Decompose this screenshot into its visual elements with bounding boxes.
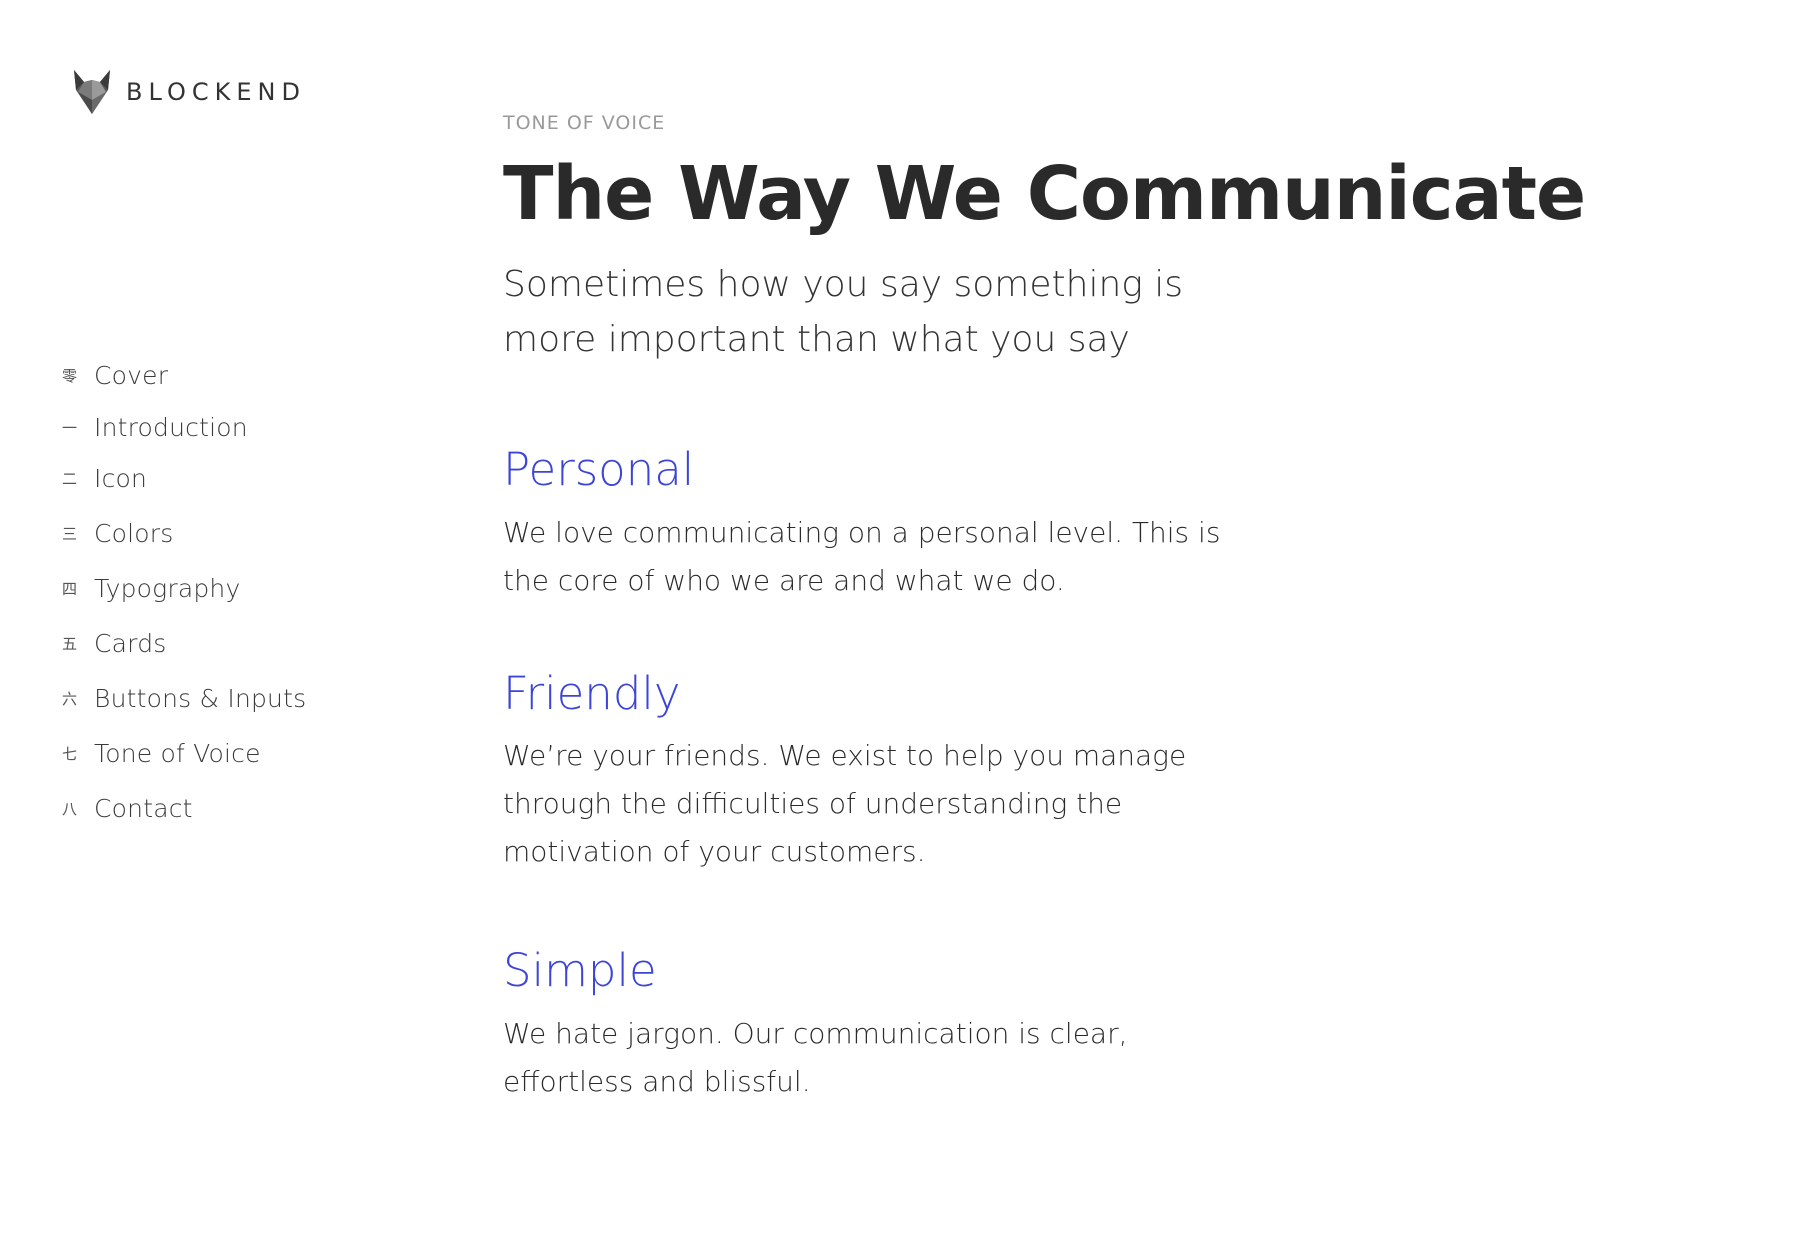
section-body: We’re your friends. We exist to help you… [503,739,1187,869]
nav-label: Introduction [94,412,248,442]
nav-numeral: 八 [62,799,78,818]
nav-numeral: 三 [62,524,78,543]
section-heading: Friendly [503,666,681,720]
nav-label: Colors [94,518,174,548]
fox-head-icon [74,70,110,114]
nav-label: Cover [94,360,169,390]
section-heading: Simple [503,944,657,998]
sidebar-item-cover[interactable]: 零 Cover [62,360,422,390]
section-body: We hate jargon. Our communication is cle… [503,1016,1128,1098]
sidebar-nav: 零 Cover 一 Introduction 二 Icon 三 Colors 四… [62,360,422,848]
section-friendly: Friendly We’re your friends. We exist to… [503,669,1703,877]
nav-numeral: 一 [62,418,78,437]
nav-numeral: 二 [62,469,78,488]
brand-name: BLOCKEND [126,78,306,106]
section-eyebrow: TONE OF VOICE [503,112,666,134]
nav-numeral: 六 [62,689,78,708]
nav-numeral: 四 [62,579,78,598]
nav-numeral: 五 [62,634,78,653]
nav-label: Buttons & Inputs [94,683,307,713]
nav-numeral: 七 [62,744,78,763]
section-heading: Personal [503,443,695,497]
sidebar-item-icon[interactable]: 二 Icon [62,463,422,493]
nav-numeral: 零 [62,366,78,385]
sidebar-item-typography[interactable]: 四 Typography [62,573,422,603]
nav-label: Tone of Voice [94,738,261,768]
section-personal: Personal We love communicating on a pers… [503,445,1703,605]
sidebar-item-cards[interactable]: 五 Cards [62,628,422,658]
nav-label: Contact [94,793,193,823]
brand-logo[interactable]: BLOCKEND [72,70,306,114]
page-subtitle: Sometimes how you say something is more … [503,264,1184,361]
nav-label: Cards [94,628,167,658]
nav-label: Icon [94,463,148,493]
sidebar-item-introduction[interactable]: 一 Introduction [62,412,422,442]
section-simple: Simple We hate jargon. Our communication… [503,946,1703,1106]
main-content: TONE OF VOICE The Way We Communicate Som… [503,112,1703,1170]
sidebar-item-contact[interactable]: 八 Contact [62,793,422,823]
sidebar-item-colors[interactable]: 三 Colors [62,518,422,548]
page-title: The Way We Communicate [503,151,1586,237]
sidebar-item-buttons-inputs[interactable]: 六 Buttons & Inputs [62,683,422,713]
sidebar-item-tone-of-voice[interactable]: 七 Tone of Voice [62,738,422,768]
nav-label: Typography [94,573,241,603]
section-body: We love communicating on a personal leve… [503,515,1221,597]
